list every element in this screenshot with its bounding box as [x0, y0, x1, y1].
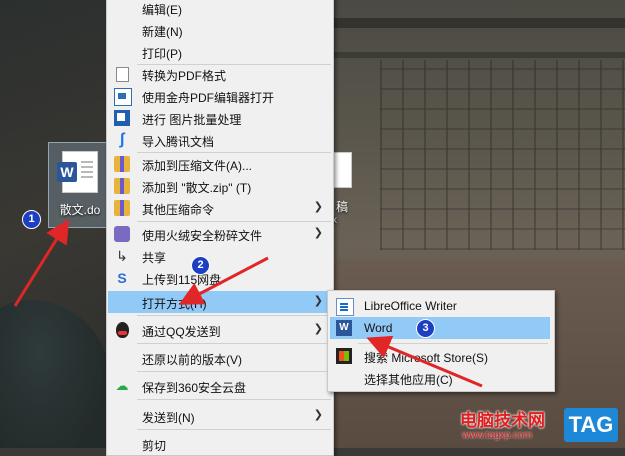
- menu-item-label: 添加到 "散文.zip" (T): [142, 181, 252, 195]
- word-document-icon: W: [57, 151, 98, 193]
- shredder-icon: [114, 226, 130, 242]
- menu-separator: [137, 399, 331, 400]
- menu-separator: [137, 221, 331, 222]
- menu-item-label: 使用火绒安全粉碎文件: [142, 229, 263, 243]
- menu-item-add-zip[interactable]: 添加到 "散文.zip" (T): [108, 175, 332, 197]
- menu-item-label: 添加到压缩文件(A)...: [142, 159, 252, 173]
- menu-item-label: 使用金舟PDF编辑器打开: [142, 91, 275, 105]
- menu-item-save-360[interactable]: ☁ 保存到360安全云盘: [108, 375, 332, 397]
- watermark-tag-logo: TAG: [564, 408, 618, 442]
- watermark-url: www.tagxp.com: [462, 430, 533, 441]
- menu-item-label: 通过QQ发送到: [142, 325, 221, 339]
- tencent-docs-icon: ʃ: [119, 131, 125, 148]
- open-with-submenu: LibreOffice Writer W Word 搜索 Microsoft S…: [327, 290, 555, 392]
- desktop-file-label: 散文.do: [59, 203, 101, 217]
- document-icon: [332, 152, 352, 188]
- menu-item-cut[interactable]: 剪切: [108, 433, 332, 455]
- wallpaper-lattice: [380, 60, 625, 250]
- menu-item-label: 上传到115网盘: [142, 273, 222, 287]
- menu-item-label: 打印(P): [142, 47, 182, 61]
- cloud-115-icon: S: [117, 270, 127, 286]
- menu-separator: [137, 429, 331, 430]
- submenu-item-label: LibreOffice Writer: [364, 299, 457, 313]
- document-lines: [81, 161, 93, 181]
- menu-item-label: 共享: [142, 251, 167, 265]
- menu-item-label: 新建(N): [142, 25, 183, 39]
- menu-item-new[interactable]: 新建(N): [108, 19, 332, 41]
- submenu-item-microsoft-store[interactable]: 搜索 Microsoft Store(S): [330, 345, 550, 367]
- word-icon: W: [336, 320, 352, 336]
- menu-item-label: 转换为PDF格式: [142, 69, 227, 83]
- step-2-badge: 2: [191, 256, 210, 275]
- menu-item-print[interactable]: 打印(P): [108, 41, 332, 63]
- menu-separator: [137, 371, 331, 372]
- menu-item-add-archive[interactable]: 添加到压缩文件(A)...: [108, 153, 332, 175]
- menu-item-label: 编辑(E): [142, 3, 182, 17]
- context-menu: 编辑(E) 新建(N) 打印(P) 转换为PDF格式 使用金舟PDF编辑器打开 …: [106, 0, 334, 456]
- chevron-right-icon: ❯: [313, 323, 323, 335]
- menu-item-shred-file[interactable]: 使用火绒安全粉碎文件 ❯: [108, 223, 332, 245]
- menu-item-open-pdf-editor[interactable]: 使用金舟PDF编辑器打开: [108, 85, 332, 107]
- menu-item-label: 进行 图片批量处理: [142, 113, 242, 127]
- menu-separator: [358, 343, 548, 344]
- menu-item-label: 剪切: [142, 439, 167, 453]
- share-icon: ↳: [116, 248, 128, 264]
- batch-image-icon: [114, 110, 130, 126]
- submenu-item-word[interactable]: W Word: [330, 317, 550, 339]
- menu-item-send-to[interactable]: 发送到(N) ❯: [108, 405, 332, 427]
- menu-item-label: 保存到360安全云盘: [142, 381, 247, 395]
- menu-item-label: 其他压缩命令: [142, 203, 215, 217]
- menu-item-convert-pdf[interactable]: 转换为PDF格式: [108, 63, 332, 85]
- step-1-badge: 1: [22, 210, 41, 229]
- step-3-badge: 3: [416, 319, 435, 338]
- menu-item-label: 还原以前的版本(V): [142, 353, 242, 367]
- desktop-file-right-label: 稿: [335, 200, 348, 214]
- microsoft-store-icon: [336, 348, 352, 364]
- libreoffice-writer-icon: [336, 298, 354, 316]
- chevron-right-icon: ❯: [313, 201, 323, 213]
- wallpaper-beam: [330, 18, 625, 28]
- pdf-editor-icon: [114, 88, 132, 106]
- menu-item-label: 打开方式(H): [142, 297, 207, 311]
- cloud-360-icon: ☁: [115, 378, 129, 393]
- menu-item-share[interactable]: ↳ 共享: [108, 245, 332, 267]
- menu-item-upload-115[interactable]: S 上传到115网盘: [108, 267, 332, 289]
- menu-item-send-qq[interactable]: 通过QQ发送到 ❯: [108, 319, 332, 341]
- chevron-right-icon: ❯: [313, 227, 323, 239]
- wallpaper-beam-2: [330, 52, 625, 58]
- menu-separator: [137, 343, 331, 344]
- menu-item-batch-image[interactable]: 进行 图片批量处理: [108, 107, 332, 129]
- menu-item-label: 导入腾讯文档: [142, 135, 215, 149]
- menu-item-edit[interactable]: 编辑(E): [108, 0, 332, 19]
- chevron-right-icon: ❯: [313, 409, 323, 421]
- submenu-item-libreoffice-writer[interactable]: LibreOffice Writer: [330, 295, 550, 317]
- menu-item-tencent-docs[interactable]: ʃ 导入腾讯文档: [108, 129, 332, 151]
- archive-icon: [114, 200, 130, 216]
- menu-item-other-compress[interactable]: 其他压缩命令 ❯: [108, 197, 332, 219]
- menu-item-open-with[interactable]: 打开方式(H) ❯: [108, 291, 332, 313]
- page-icon: [116, 67, 129, 82]
- submenu-item-label: Word: [364, 321, 393, 335]
- archive-icon: [114, 178, 130, 194]
- desktop-file-sanwen[interactable]: W 散文.do: [48, 142, 112, 228]
- menu-separator: [137, 315, 331, 316]
- watermark-title: 电脑技术网: [460, 411, 545, 431]
- submenu-item-choose-other-app[interactable]: 选择其他应用(C): [330, 367, 550, 389]
- chevron-right-icon: ❯: [313, 295, 323, 307]
- archive-icon: [114, 156, 130, 172]
- word-badge-icon: W: [57, 162, 77, 182]
- watermark: 电脑技术网 www.tagxp.com TAG: [458, 404, 625, 448]
- submenu-item-label: 选择其他应用(C): [364, 373, 453, 387]
- qq-icon: [116, 322, 129, 338]
- menu-item-restore-versions[interactable]: 还原以前的版本(V): [108, 347, 332, 369]
- menu-item-label: 发送到(N): [142, 411, 195, 425]
- submenu-item-label: 搜索 Microsoft Store(S): [364, 351, 489, 365]
